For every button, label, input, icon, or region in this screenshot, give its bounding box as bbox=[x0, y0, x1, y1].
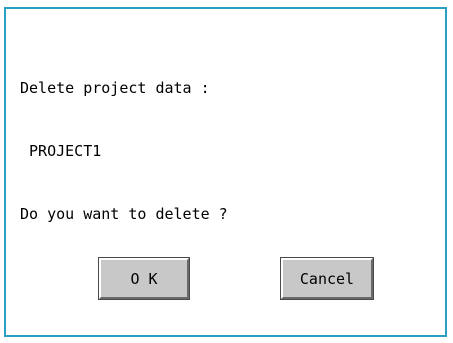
delete-confirmation-dialog: Delete project data : PROJECT1 Do you wa… bbox=[4, 7, 447, 337]
message-line-project-name: PROJECT1 bbox=[20, 142, 102, 160]
message-line-title: Delete project data : bbox=[20, 79, 210, 97]
message-line-question: Do you want to delete ? bbox=[20, 205, 228, 223]
dialog-message: Delete project data : PROJECT1 Do you wa… bbox=[20, 36, 228, 267]
ok-button[interactable]: O K bbox=[98, 257, 190, 300]
cancel-button[interactable]: Cancel bbox=[280, 257, 374, 300]
